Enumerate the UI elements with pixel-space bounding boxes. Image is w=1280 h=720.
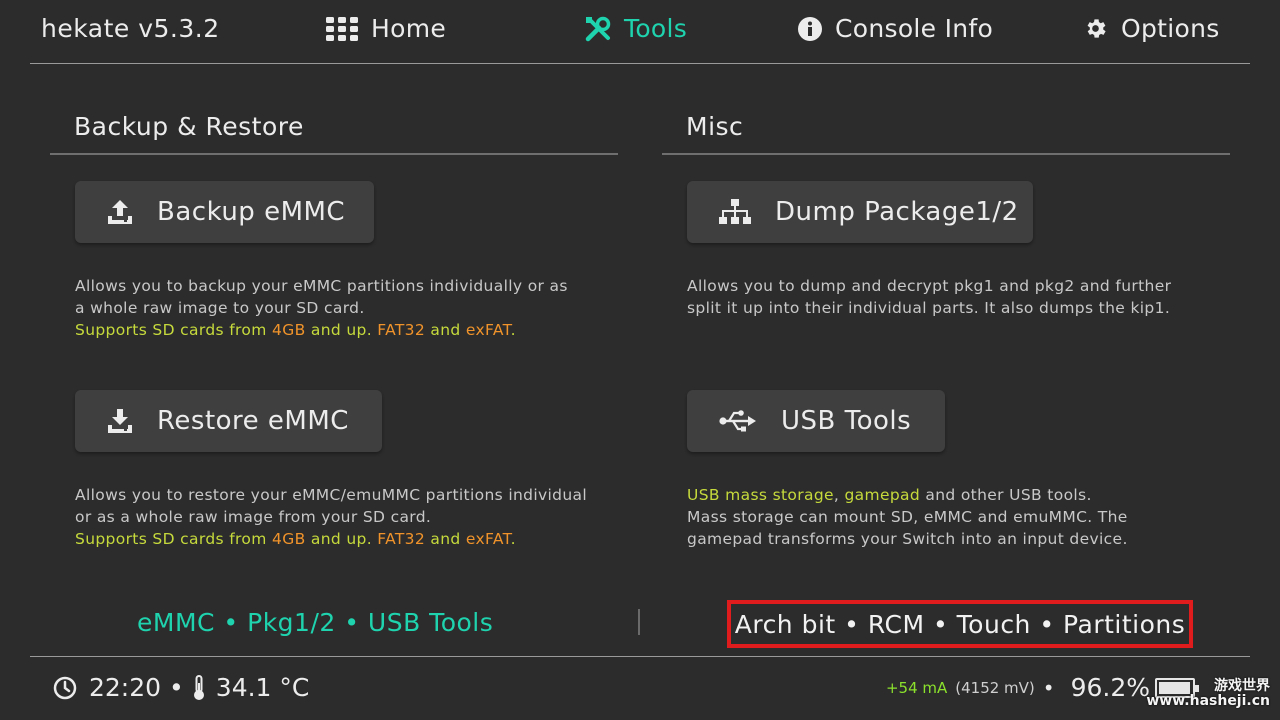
temperature-value: 34.1 °C	[215, 673, 310, 702]
tab-home[interactable]: Home	[326, 14, 446, 43]
backup-emmc-label: Backup eMMC	[157, 197, 346, 227]
tab-tools-label: Tools	[624, 14, 688, 43]
grid-icon	[326, 16, 358, 41]
battery-voltage: (4152 mV)	[955, 678, 1035, 697]
tab-console-info[interactable]: Console Info	[798, 14, 993, 43]
usb-icon	[719, 410, 756, 432]
download-icon	[108, 409, 132, 433]
info-icon	[798, 16, 822, 41]
watermark: 游戏世界 www.hasheji.cn	[1146, 679, 1270, 709]
usb-desc-line-2: Mass storage can mount SD, eMMC and emuM…	[687, 508, 1128, 526]
status-right: +54 mA (4152 mV) • 96.2%	[885, 673, 1150, 702]
clock-icon	[53, 676, 77, 700]
dump-package-button[interactable]: Dump Package1/2	[687, 181, 1033, 243]
misc-divider	[662, 153, 1230, 155]
restore-emmc-button[interactable]: Restore eMMC	[75, 390, 382, 452]
restore-support-line: Supports SD cards from 4GB and up. FAT32…	[75, 530, 516, 548]
watermark-line-1: 游戏世界	[1214, 678, 1270, 694]
upload-icon	[108, 200, 132, 224]
dump-package-description: Allows you to dump and decrypt pkg1 and …	[687, 275, 1171, 319]
battery-percent: 96.2%	[1070, 673, 1150, 702]
status-left: 22:20 • 34.1 °C	[53, 673, 309, 702]
console-info-footer-link[interactable]: Arch bit • RCM • Touch • Partitions	[727, 600, 1193, 648]
watermark-line-2: www.hasheji.cn	[1146, 693, 1270, 709]
tab-options[interactable]: Options	[1083, 14, 1220, 43]
backup-restore-title: Backup & Restore	[74, 112, 304, 141]
footer-divider	[30, 656, 1250, 657]
header-divider	[30, 63, 1250, 64]
gear-icon	[1087, 19, 1106, 38]
usb-tools-description: USB mass storage, gamepad and other USB …	[687, 484, 1128, 550]
backup-support-line: Supports SD cards from 4GB and up. FAT32…	[75, 321, 516, 339]
backup-restore-divider	[50, 153, 618, 155]
app-title: hekate v5.3.2	[41, 14, 220, 43]
top-bar: hekate v5.3.2 Home Tools Console Info Op…	[0, 0, 1280, 64]
misc-title: Misc	[686, 112, 744, 141]
tools-footer-link[interactable]: eMMC • Pkg1/2 • USB Tools	[137, 608, 493, 637]
restore-desc-line-2: or as a whole raw image from your SD car…	[75, 508, 432, 526]
tab-home-label: Home	[371, 14, 447, 43]
tab-console-info-label: Console Info	[835, 14, 994, 43]
sitemap-icon	[719, 199, 751, 224]
backup-desc-line-1: Allows you to backup your eMMC partition…	[75, 277, 568, 295]
restore-emmc-description: Allows you to restore your eMMC/emuMMC p…	[75, 484, 587, 550]
backup-emmc-description: Allows you to backup your eMMC partition…	[75, 275, 568, 341]
usb-desc-line-1: USB mass storage, gamepad and other USB …	[687, 486, 1092, 504]
tab-tools[interactable]: Tools	[585, 14, 687, 43]
restore-desc-line-1: Allows you to restore your eMMC/emuMMC p…	[75, 486, 588, 504]
console-info-footer-label: Arch bit • RCM • Touch • Partitions	[734, 609, 1186, 639]
footer-separator	[638, 609, 640, 635]
clock-time: 22:20	[89, 673, 162, 702]
tab-options-label: Options	[1121, 14, 1220, 43]
backup-desc-line-2: a whole raw image to your SD card.	[75, 299, 365, 317]
restore-emmc-label: Restore eMMC	[157, 406, 349, 436]
dump-desc-line-2: split it up into their individual parts.…	[687, 299, 1171, 317]
backup-emmc-button[interactable]: Backup eMMC	[75, 181, 374, 243]
usb-desc-line-3: gamepad transforms your Switch into an i…	[687, 530, 1128, 548]
dump-desc-line-1: Allows you to dump and decrypt pkg1 and …	[687, 277, 1172, 295]
dump-package-label: Dump Package1/2	[775, 197, 1019, 227]
thermometer-icon	[192, 674, 206, 701]
usb-tools-button[interactable]: USB Tools	[687, 390, 945, 452]
tools-icon	[585, 16, 611, 41]
battery-current: +54 mA	[885, 678, 948, 697]
usb-tools-label: USB Tools	[781, 406, 912, 436]
